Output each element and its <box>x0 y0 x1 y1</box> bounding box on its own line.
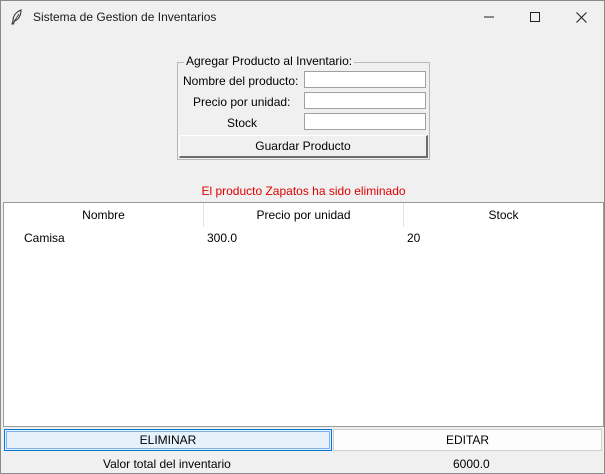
delete-button[interactable]: ELIMINAR <box>4 429 332 451</box>
column-header-precio[interactable]: Precio por unidad <box>204 203 404 227</box>
product-name-input[interactable] <box>304 71 426 88</box>
window-title: Sistema de Gestion de Inventarios <box>33 10 217 24</box>
minimize-button[interactable] <box>466 1 512 33</box>
feather-icon <box>10 9 24 25</box>
cell-nombre: Camisa <box>24 231 65 245</box>
table-row[interactable]: Camisa 300.0 20 <box>4 228 603 248</box>
cell-stock: 20 <box>407 231 421 245</box>
unit-price-input[interactable] <box>304 92 426 109</box>
total-value-label: Valor total del inventario <box>103 457 231 471</box>
product-name-label: Nombre del producto: <box>183 74 299 88</box>
title-bar[interactable]: Sistema de Gestion de Inventarios <box>1 1 604 33</box>
unit-price-label: Precio por unidad: <box>193 95 291 109</box>
stock-label: Stock <box>227 116 258 130</box>
total-value-amount: 6000.0 <box>453 457 490 471</box>
status-message: El producto Zapatos ha sido eliminado <box>201 184 406 198</box>
add-product-legend: Agregar Producto al Inventario: <box>184 54 355 68</box>
inventory-table[interactable]: Nombre Precio por unidad Stock Camisa 30… <box>3 202 604 427</box>
stock-input[interactable] <box>304 113 426 130</box>
column-header-stock[interactable]: Stock <box>404 203 603 227</box>
column-header-nombre[interactable]: Nombre <box>4 203 204 227</box>
close-button[interactable] <box>558 1 604 33</box>
table-header: Nombre Precio por unidad Stock <box>4 203 603 227</box>
maximize-icon <box>530 12 540 22</box>
cell-precio: 300.0 <box>207 231 238 245</box>
close-icon <box>575 11 587 23</box>
maximize-button[interactable] <box>512 1 558 33</box>
minimize-icon <box>484 12 494 22</box>
app-window: Sistema de Gestion de Inventarios Agrega… <box>0 0 605 474</box>
save-product-button[interactable]: Guardar Producto <box>179 135 428 158</box>
edit-button[interactable]: EDITAR <box>333 429 602 451</box>
